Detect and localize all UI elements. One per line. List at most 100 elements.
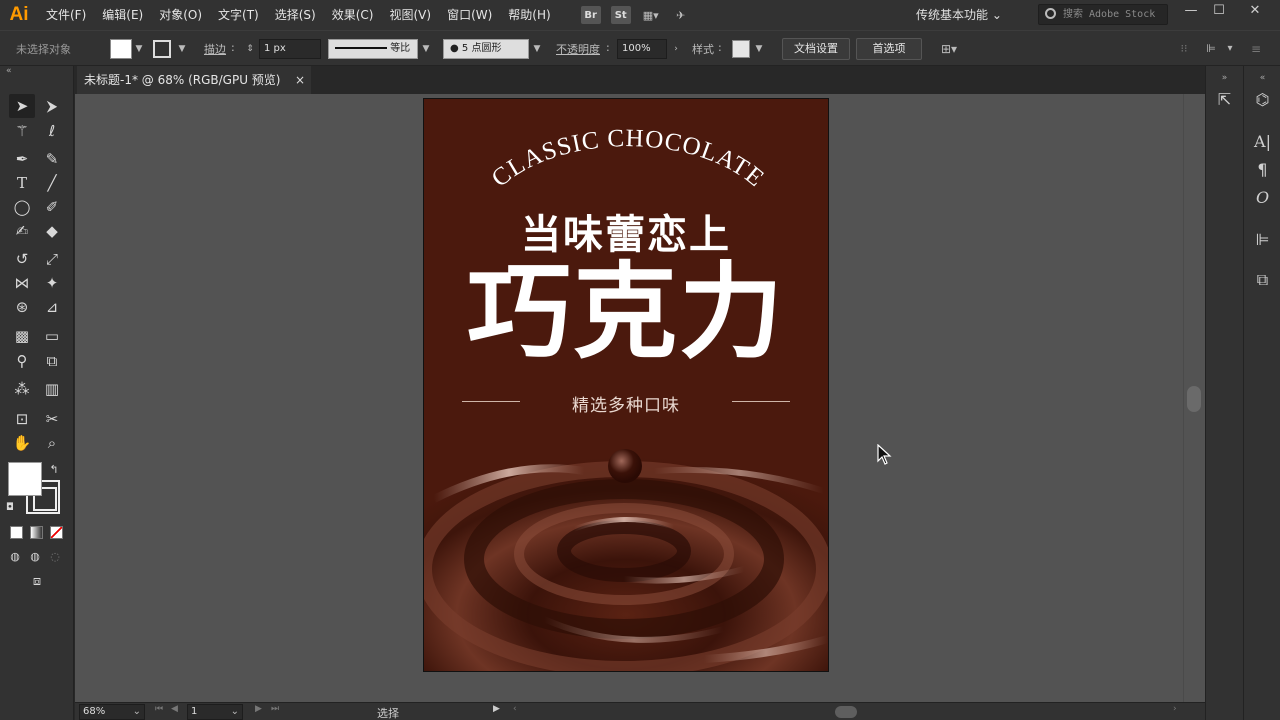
stroke-weight-field[interactable]: 1 px — [259, 39, 321, 59]
perspective-grid-tool-icon[interactable]: ⊿ — [39, 295, 65, 319]
chevron-down-icon[interactable]: ▼ — [753, 40, 765, 58]
close-icon[interactable]: × — [295, 66, 305, 94]
stroke-color-swatch[interactable] — [153, 40, 171, 58]
menu-window[interactable]: 窗口(W) — [439, 0, 500, 30]
screen-mode-icon[interactable]: ⧈ — [24, 570, 50, 594]
document-setup-button[interactable]: 文档设置 — [782, 38, 850, 60]
rotate-tool-icon[interactable]: ↺ — [9, 247, 35, 271]
paragraph-icon[interactable]: ¶ — [1244, 158, 1280, 182]
transform-icon[interactable]: ⊫ — [1202, 40, 1220, 58]
paintbrush-tool-icon[interactable]: ✐ — [39, 195, 65, 219]
workspace-switcher[interactable]: 传统基本功能 ⌄ — [916, 6, 1002, 23]
menu-select[interactable]: 选择(S) — [267, 0, 324, 30]
menu-type[interactable]: 文字(T) — [210, 0, 267, 30]
horizontal-scroll-thumb[interactable] — [835, 706, 857, 718]
swap-fill-stroke-icon[interactable]: ↰ — [44, 458, 64, 482]
selection-tool-icon[interactable]: ➤ — [9, 94, 35, 118]
scroll-right-icon[interactable]: › — [1173, 704, 1177, 714]
menu-edit[interactable]: 编辑(E) — [94, 0, 151, 30]
preferences-button[interactable]: 首选项 — [856, 38, 922, 60]
slice-tool-icon[interactable]: ✂ — [39, 407, 65, 431]
none-mode-icon[interactable] — [50, 526, 63, 539]
chevron-down-icon[interactable]: ▼ — [133, 40, 145, 58]
close-window-button[interactable]: ✕ — [1240, 2, 1270, 20]
symbol-sprayer-tool-icon[interactable]: ⁂ — [9, 377, 35, 401]
scroll-left-icon[interactable]: ‹ — [513, 704, 517, 714]
curvature-tool-icon[interactable]: ✎ — [39, 147, 65, 171]
shape-builder-tool-icon[interactable]: ⊛ — [9, 295, 35, 319]
next-artboard-icon[interactable]: ▶ — [255, 704, 262, 714]
chevron-down-icon[interactable]: ▾ — [1224, 40, 1236, 58]
previous-artboard-icon[interactable]: ◀ — [171, 704, 178, 714]
blend-tool-icon[interactable]: ⧉ — [39, 349, 65, 373]
collapse-icon[interactable]: « — [6, 66, 12, 76]
pathfinder-icon[interactable]: ⧉ — [1244, 268, 1280, 292]
lasso-tool-icon[interactable]: ℓ — [39, 119, 65, 143]
menu-object[interactable]: 对象(O) — [151, 0, 210, 30]
stepper-icon[interactable]: ⇕ — [244, 40, 256, 58]
maximize-button[interactable]: ☐ — [1204, 2, 1234, 20]
hand-tool-icon[interactable]: ✋ — [9, 431, 35, 455]
menu-file[interactable]: 文件(F) — [38, 0, 94, 30]
line-tool-icon[interactable]: ╱ — [39, 171, 65, 195]
eraser-tool-icon[interactable]: ◆ — [39, 219, 65, 243]
opacity-field[interactable]: 100% — [617, 39, 667, 59]
canvas-area[interactable]: CLASSIC CHOCOLATE 当味蕾恋上 巧克力 精选多种口味 — [75, 94, 1183, 702]
artboard[interactable]: CLASSIC CHOCOLATE 当味蕾恋上 巧克力 精选多种口味 — [423, 98, 829, 672]
last-artboard-icon[interactable]: ⏭ — [271, 704, 279, 714]
color-mode-icon[interactable] — [10, 526, 23, 539]
type-tool-icon[interactable]: T — [9, 171, 35, 195]
shaper-tool-icon[interactable]: ✍ — [9, 219, 35, 243]
chevron-down-icon[interactable]: ▼ — [531, 40, 543, 58]
scale-tool-icon[interactable]: ⤢ — [39, 247, 65, 271]
stroke-label[interactable]: 描边 — [204, 41, 226, 57]
collapse-icon[interactable]: « — [1244, 66, 1280, 90]
chevron-down-icon[interactable]: ▼ — [420, 40, 432, 58]
export-icon[interactable]: ⇱ — [1206, 88, 1243, 112]
first-artboard-icon[interactable]: ⏮ — [155, 704, 163, 714]
libraries-icon[interactable]: ⌬ — [1244, 88, 1280, 112]
menu-help[interactable]: 帮助(H) — [500, 0, 558, 30]
scroll-thumb[interactable] — [1187, 386, 1201, 412]
puppet-warp-tool-icon[interactable]: ✦ — [39, 271, 65, 295]
artboard-tool-icon[interactable]: ⊡ — [9, 407, 35, 431]
column-graph-tool-icon[interactable]: ▥ — [39, 377, 65, 401]
fill-swatch[interactable] — [8, 462, 42, 496]
pen-tool-icon[interactable]: ✒ — [9, 147, 35, 171]
graphic-style-swatch[interactable] — [732, 40, 750, 58]
draw-inside-icon[interactable]: ◌ — [44, 545, 66, 569]
draw-normal-icon[interactable]: ◍ — [4, 545, 26, 569]
stock-search-input[interactable]: 搜索 Adobe Stock — [1038, 4, 1168, 25]
gradient-tool-icon[interactable]: ▭ — [39, 324, 65, 348]
direct-selection-tool-icon[interactable]: ⮞ — [39, 94, 65, 118]
ellipse-tool-icon[interactable]: ◯ — [9, 195, 35, 219]
width-tool-icon[interactable]: ⋈ — [9, 271, 35, 295]
stock-icon[interactable]: St — [610, 6, 631, 24]
zoom-level-field[interactable]: 68% ⌄ — [79, 704, 145, 720]
arrange-icon[interactable]: ⊞▾ — [932, 40, 966, 58]
status-menu-icon[interactable]: ▶ — [493, 704, 500, 714]
arrange-documents-icon[interactable]: ▦▾ — [641, 6, 661, 24]
artboard-number-field[interactable]: 1 ⌄ — [187, 704, 243, 720]
opentype-icon[interactable]: O — [1244, 186, 1280, 210]
character-icon[interactable]: A| — [1244, 130, 1280, 154]
vertical-scrollbar[interactable] — [1183, 94, 1205, 702]
panel-menu-icon[interactable]: ≡ — [1250, 40, 1262, 58]
menu-effect[interactable]: 效果(C) — [324, 0, 382, 30]
align-panel-icon[interactable]: ⊫ — [1244, 228, 1280, 252]
minimize-button[interactable]: — — [1176, 2, 1206, 20]
brush-definition[interactable]: ● 5 点圆形 — [443, 39, 529, 59]
draw-behind-icon[interactable]: ◍ — [24, 545, 46, 569]
zoom-tool-icon[interactable]: ⌕ — [39, 431, 65, 455]
eyedropper-tool-icon[interactable]: ⚲ — [9, 349, 35, 373]
collapse-icon[interactable]: » — [1206, 66, 1243, 90]
document-tab[interactable]: 未标题-1* @ 68% (RGB/GPU 预览) × — [77, 66, 311, 94]
gradient-mode-icon[interactable] — [30, 526, 43, 539]
default-fill-stroke-icon[interactable]: ◘ — [2, 496, 18, 520]
align-icon[interactable]: ⁝⁝ — [1178, 40, 1190, 58]
magic-wand-tool-icon[interactable]: ⚚ — [9, 119, 35, 143]
variable-width-profile[interactable]: 等比 — [328, 39, 418, 59]
menu-view[interactable]: 视图(V) — [381, 0, 439, 30]
fill-color-swatch[interactable] — [110, 39, 132, 59]
chevron-down-icon[interactable]: ▼ — [176, 40, 188, 58]
